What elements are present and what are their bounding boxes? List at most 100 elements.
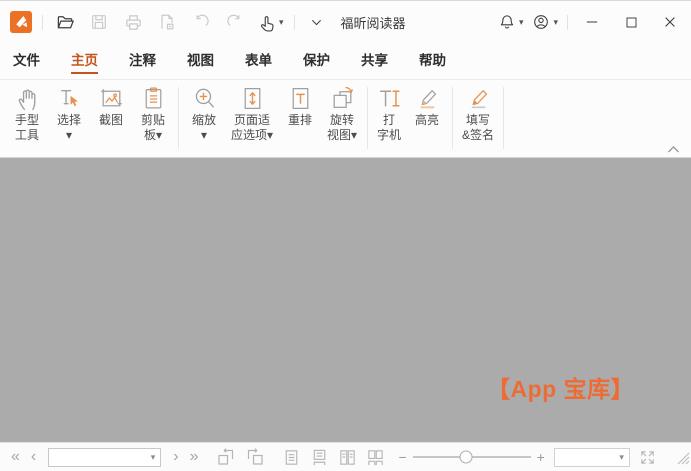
watermark-text: 【App 宝库】 [487, 370, 634, 404]
document-canvas[interactable]: 【App 宝库】 [0, 158, 691, 442]
touch-hand-icon [257, 13, 276, 32]
ribbon-tab-bar: 文件 主页 注释 视图 表单 保护 共享 帮助 [0, 43, 691, 80]
ribbon-group-separator [503, 87, 504, 149]
zoom-box-caret-icon: ▾ [619, 453, 624, 462]
last-page-button[interactable]: » [189, 449, 200, 465]
fullscreen-icon [639, 449, 656, 466]
ribbon: 手型 工具 选择 ▾ 截图 剪贴 板▾ 缩放 ▾ 页面适 应选项▾ [0, 80, 691, 158]
collapse-ribbon-button[interactable] [667, 145, 680, 154]
continuous-facing-icon [366, 448, 385, 467]
app-window: ▾ 福昕阅读器 ▾ ▾ [0, 0, 691, 471]
notifications-caret-icon: ▾ [519, 18, 524, 27]
titlebar-separator [567, 15, 568, 30]
facing-pages-icon [338, 448, 357, 467]
redo-button[interactable] [223, 10, 247, 34]
resize-grip[interactable] [674, 449, 690, 470]
highlight-pen-icon [414, 85, 441, 112]
tab-home[interactable]: 主页 [71, 49, 98, 74]
close-button[interactable] [655, 8, 685, 36]
zoom-button[interactable]: 缩放 ▾ [183, 85, 225, 143]
tab-share[interactable]: 共享 [361, 49, 388, 74]
foxit-logo-icon[interactable] [10, 11, 32, 33]
page-box-caret-icon: ▾ [151, 453, 156, 462]
notifications-button[interactable]: ▾ [498, 13, 524, 31]
titlebar-separator [294, 15, 295, 30]
next-page-button[interactable]: › [172, 449, 179, 465]
tab-view[interactable]: 视图 [187, 49, 214, 74]
reflow-button[interactable]: 重排 [279, 85, 321, 128]
single-page-view-button[interactable] [282, 448, 301, 467]
window-title: 福昕阅读器 [341, 13, 406, 32]
zoom-percent-input[interactable]: ▾ [554, 448, 630, 467]
ribbon-group-separator [367, 87, 368, 149]
titlebar: ▾ 福昕阅读器 ▾ ▾ [0, 1, 691, 43]
open-file-button[interactable] [53, 10, 77, 34]
maximize-icon [624, 15, 639, 30]
minimize-button[interactable] [577, 8, 607, 36]
zoom-slider-track[interactable] [413, 456, 531, 458]
page-number-input[interactable]: ▾ [48, 448, 161, 467]
single-page-icon [282, 448, 301, 467]
resize-grip-icon [674, 449, 690, 465]
rotate-right-button[interactable] [245, 447, 265, 467]
account-button[interactable]: ▾ [532, 13, 558, 31]
fullscreen-button[interactable] [639, 449, 656, 466]
tab-help[interactable]: 帮助 [419, 49, 446, 74]
account-icon [532, 13, 550, 31]
facing-view-button[interactable] [338, 448, 357, 467]
touch-mode-button[interactable]: ▾ [257, 13, 284, 32]
zoom-in-button[interactable]: + [537, 450, 545, 464]
rotate-left-icon [216, 447, 236, 467]
rotate-view-icon [329, 85, 356, 112]
snapshot-icon [98, 85, 125, 112]
touch-mode-caret-icon: ▾ [279, 18, 284, 27]
bell-icon [498, 13, 516, 31]
titlebar-separator [42, 15, 43, 30]
maximize-button[interactable] [616, 8, 646, 36]
continuous-page-icon [310, 448, 329, 467]
chevron-up-icon [667, 145, 680, 154]
previous-page-button[interactable]: ‹ [30, 449, 37, 465]
zoom-slider-group: − + [398, 450, 544, 464]
page-fit-icon [239, 85, 266, 112]
continuous-facing-view-button[interactable] [366, 448, 385, 467]
hand-icon [14, 85, 41, 112]
rotate-right-icon [245, 447, 265, 467]
tab-protect[interactable]: 保护 [303, 49, 330, 74]
export-page-button[interactable] [155, 10, 179, 34]
save-button[interactable] [87, 10, 111, 34]
typewriter-icon [376, 85, 403, 112]
ribbon-group-separator [178, 87, 179, 149]
snapshot-button[interactable]: 截图 [90, 85, 132, 128]
highlight-button[interactable]: 高亮 [406, 85, 448, 128]
page-fit-options-button[interactable]: 页面适 应选项▾ [225, 85, 279, 143]
rotate-left-button[interactable] [216, 447, 236, 467]
close-icon [662, 14, 678, 30]
reflow-icon [287, 85, 314, 112]
select-tool-button[interactable]: 选择 ▾ [48, 85, 90, 143]
select-cursor-icon [56, 85, 83, 112]
statusbar: « ‹ ▾ › » − + [0, 442, 691, 471]
tab-file[interactable]: 文件 [13, 49, 40, 74]
undo-button[interactable] [189, 10, 213, 34]
first-page-button[interactable]: « [10, 449, 21, 465]
zoom-magnifier-icon [191, 85, 218, 112]
fill-sign-pen-icon [465, 85, 492, 112]
continuous-view-button[interactable] [310, 448, 329, 467]
tab-form[interactable]: 表单 [245, 49, 272, 74]
fill-sign-button[interactable]: 填写 &签名 [457, 85, 499, 143]
clipboard-icon [140, 85, 167, 112]
typewriter-button[interactable]: 打 字机 [372, 85, 406, 143]
zoom-out-button[interactable]: − [398, 450, 406, 464]
hand-tool-button[interactable]: 手型 工具 [6, 85, 48, 143]
minimize-icon [584, 14, 600, 30]
customize-toolbar-chevron-icon[interactable] [305, 10, 329, 34]
clipboard-button[interactable]: 剪贴 板▾ [132, 85, 174, 143]
print-button[interactable] [121, 10, 145, 34]
tab-comment[interactable]: 注释 [129, 49, 156, 74]
account-caret-icon: ▾ [553, 18, 558, 27]
rotate-view-button[interactable]: 旋转 视图▾ [321, 85, 363, 143]
ribbon-group-separator [452, 87, 453, 149]
zoom-slider-thumb[interactable] [459, 451, 472, 464]
titlebar-left-group: ▾ 福昕阅读器 [10, 10, 406, 34]
